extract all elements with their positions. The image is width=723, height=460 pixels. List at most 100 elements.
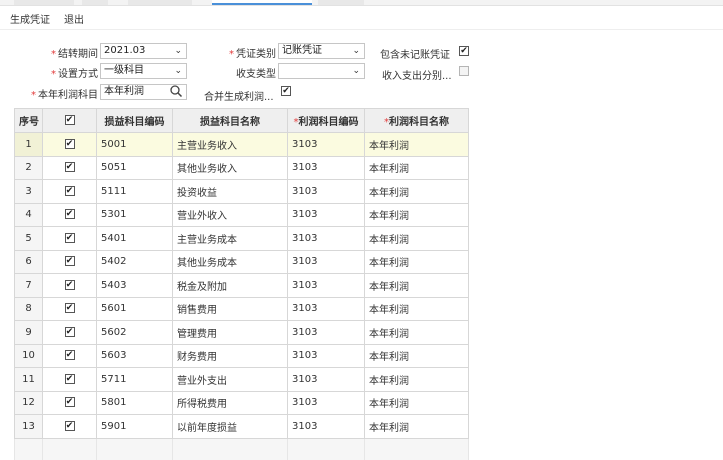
table-row[interactable]: 9 ✔ 5602 管理费用 3103 本年利润	[14, 320, 469, 345]
profit-code-cell[interactable]: 3103	[287, 155, 365, 180]
pl-code-cell[interactable]: 5001	[96, 132, 173, 157]
row-checkbox-cell[interactable]: ✔	[42, 226, 97, 251]
row-checkbox-cell[interactable]: ✔	[42, 296, 97, 321]
exit-button[interactable]: 退出	[64, 11, 84, 26]
profit-account-input[interactable]: 本年利润	[100, 84, 187, 100]
profit-code-cell[interactable]: 3103	[287, 414, 365, 439]
profit-code-cell[interactable]: 3103	[287, 273, 365, 298]
profit-code-cell[interactable]: 3103	[287, 390, 365, 415]
pl-name-cell[interactable]: 税金及附加	[172, 273, 288, 298]
row-checkbox-cell[interactable]: ✔	[42, 202, 97, 227]
row-checkbox[interactable]: ✔	[64, 162, 75, 173]
row-checkbox[interactable]: ✔	[64, 326, 75, 337]
tab-clipped-1[interactable]	[14, 0, 74, 5]
table-row[interactable]: 5 ✔ 5401 主营业务成本 3103 本年利润	[14, 226, 469, 251]
row-checkbox-cell[interactable]: ✔	[42, 179, 97, 204]
profit-name-cell[interactable]: 本年利润	[364, 202, 469, 227]
tab-active[interactable]	[212, 0, 312, 5]
row-checkbox-cell[interactable]: ✔	[42, 273, 97, 298]
table-row[interactable]: 3 ✔ 5111 投资收益 3103 本年利润	[14, 179, 469, 204]
row-checkbox-cell[interactable]: ✔	[42, 343, 97, 368]
profit-code-cell[interactable]: 3103	[287, 202, 365, 227]
profit-name-cell[interactable]: 本年利润	[364, 132, 469, 157]
row-checkbox-cell[interactable]: ✔	[42, 367, 97, 392]
pl-code-cell[interactable]: 5901	[96, 414, 173, 439]
pl-name-cell[interactable]: 其他业务成本	[172, 249, 288, 274]
row-checkbox[interactable]: ✔	[64, 303, 75, 314]
profit-name-cell[interactable]: 本年利润	[364, 179, 469, 204]
tab-clipped-5[interactable]	[318, 0, 364, 5]
col-header-check[interactable]: ✔	[42, 108, 97, 133]
row-checkbox[interactable]: ✔	[64, 256, 75, 267]
empty-cell[interactable]	[42, 437, 97, 460]
profit-name-cell[interactable]: 本年利润	[364, 155, 469, 180]
tab-clipped-2[interactable]	[82, 0, 108, 5]
income-expense-type-select[interactable]: ⌄	[278, 63, 365, 79]
row-checkbox-cell[interactable]: ✔	[42, 249, 97, 274]
row-checkbox[interactable]: ✔	[64, 232, 75, 243]
split-income-expense-checkbox[interactable]	[459, 66, 469, 76]
table-row[interactable]: 6 ✔ 5402 其他业务成本 3103 本年利润	[14, 249, 469, 274]
include-unposted-checkbox[interactable]: ✔	[459, 46, 469, 56]
profit-code-cell[interactable]: 3103	[287, 132, 365, 157]
profit-code-cell[interactable]: 3103	[287, 179, 365, 204]
profit-name-cell[interactable]: 本年利润	[364, 390, 469, 415]
empty-cell[interactable]	[96, 437, 173, 460]
profit-name-cell[interactable]: 本年利润	[364, 249, 469, 274]
pl-name-cell[interactable]: 营业外支出	[172, 367, 288, 392]
profit-name-cell[interactable]: 本年利润	[364, 343, 469, 368]
empty-cell[interactable]	[14, 437, 43, 460]
profit-code-cell[interactable]: 3103	[287, 226, 365, 251]
empty-cell[interactable]	[172, 437, 288, 460]
tab-clipped-3[interactable]	[128, 0, 192, 5]
table-row[interactable]: 4 ✔ 5301 营业外收入 3103 本年利润	[14, 202, 469, 227]
profit-code-cell[interactable]: 3103	[287, 296, 365, 321]
generate-voucher-button[interactable]: 生成凭证	[10, 11, 50, 26]
pl-code-cell[interactable]: 5111	[96, 179, 173, 204]
table-row[interactable]: 11 ✔ 5711 营业外支出 3103 本年利润	[14, 367, 469, 392]
row-checkbox[interactable]: ✔	[64, 350, 75, 361]
row-checkbox-cell[interactable]: ✔	[42, 390, 97, 415]
table-row[interactable]: 2 ✔ 5051 其他业务收入 3103 本年利润	[14, 155, 469, 180]
pl-name-cell[interactable]: 其他业务收入	[172, 155, 288, 180]
pl-code-cell[interactable]: 5602	[96, 320, 173, 345]
pl-name-cell[interactable]: 以前年度损益	[172, 414, 288, 439]
pl-name-cell[interactable]: 财务费用	[172, 343, 288, 368]
pl-code-cell[interactable]: 5403	[96, 273, 173, 298]
profit-name-cell[interactable]: 本年利润	[364, 414, 469, 439]
pl-code-cell[interactable]: 5301	[96, 202, 173, 227]
setup-method-select[interactable]: 一级科目 ⌄	[100, 63, 187, 79]
profit-code-cell[interactable]: 3103	[287, 249, 365, 274]
pl-name-cell[interactable]: 主营业务收入	[172, 132, 288, 157]
pl-name-cell[interactable]: 营业外收入	[172, 202, 288, 227]
row-checkbox[interactable]: ✔	[64, 209, 75, 220]
profit-code-cell[interactable]: 3103	[287, 320, 365, 345]
row-checkbox-cell[interactable]: ✔	[42, 320, 97, 345]
pl-code-cell[interactable]: 5603	[96, 343, 173, 368]
profit-name-cell[interactable]: 本年利润	[364, 296, 469, 321]
table-row[interactable]: 12 ✔ 5801 所得税费用 3103 本年利润	[14, 390, 469, 415]
row-checkbox[interactable]: ✔	[64, 185, 75, 196]
empty-cell[interactable]	[287, 437, 365, 460]
pl-name-cell[interactable]: 主营业务成本	[172, 226, 288, 251]
profit-name-cell[interactable]: 本年利润	[364, 273, 469, 298]
pl-code-cell[interactable]: 5601	[96, 296, 173, 321]
row-checkbox-cell[interactable]: ✔	[42, 414, 97, 439]
row-checkbox[interactable]: ✔	[64, 397, 75, 408]
pl-name-cell[interactable]: 管理费用	[172, 320, 288, 345]
pl-code-cell[interactable]: 5801	[96, 390, 173, 415]
pl-code-cell[interactable]: 5402	[96, 249, 173, 274]
voucher-type-select[interactable]: 记账凭证 ⌄	[278, 43, 365, 59]
row-checkbox-cell[interactable]: ✔	[42, 155, 97, 180]
pl-code-cell[interactable]: 5051	[96, 155, 173, 180]
table-row[interactable]: 8 ✔ 5601 销售费用 3103 本年利润	[14, 296, 469, 321]
select-all-checkbox[interactable]: ✔	[64, 115, 75, 125]
table-row[interactable]: 1 ✔ 5001 主营业务收入 3103 本年利润	[14, 132, 469, 157]
profit-code-cell[interactable]: 3103	[287, 343, 365, 368]
row-checkbox[interactable]: ✔	[64, 279, 75, 290]
row-checkbox-cell[interactable]: ✔	[42, 132, 97, 157]
empty-table-row[interactable]	[14, 437, 469, 460]
table-row[interactable]: 7 ✔ 5403 税金及附加 3103 本年利润	[14, 273, 469, 298]
pl-name-cell[interactable]: 投资收益	[172, 179, 288, 204]
merge-generate-checkbox[interactable]: ✔	[281, 86, 291, 96]
